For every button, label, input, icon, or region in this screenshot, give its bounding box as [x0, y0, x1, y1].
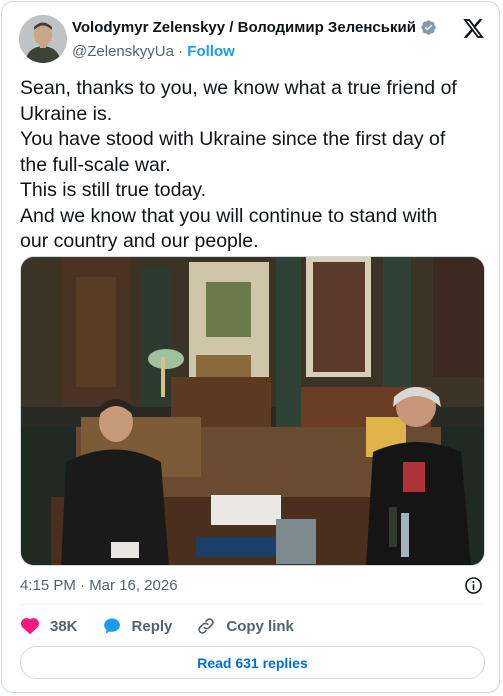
info-icon[interactable]: [464, 576, 483, 595]
tweet-line: You have stood with Ukraine since the fi…: [20, 128, 446, 150]
follow-button[interactable]: Follow: [187, 43, 235, 60]
tweet-line: the full-scale war.: [20, 153, 171, 176]
avatar[interactable]: [19, 15, 67, 63]
meeting-photo: [21, 257, 484, 565]
timestamp[interactable]: 4:15 PM · Mar 16, 2026: [20, 577, 178, 594]
x-logo-icon[interactable]: [462, 17, 485, 40]
tweet-line: Ukraine is.: [20, 102, 113, 125]
copy-link-button[interactable]: Copy link: [196, 616, 294, 636]
divider: [20, 604, 485, 605]
author-name[interactable]: Volodymyr Zelenskyy / Володимир Зеленськ…: [72, 19, 416, 36]
separator-dot: ·: [178, 43, 184, 60]
like-button[interactable]: 38K: [20, 616, 78, 636]
author-handle[interactable]: @ZelenskyyUa: [72, 43, 174, 60]
tweet-card: Volodymyr Zelenskyy / Володимир Зеленськ…: [1, 1, 500, 693]
heart-icon: [20, 618, 40, 635]
tweet-line: And we know that you will continue to st…: [20, 204, 438, 227]
tweet-text: Sean, thanks to you, we know what a true…: [20, 76, 490, 255]
action-bar: 38K Reply Copy link: [20, 614, 318, 638]
tweet-line: This is still true today.: [20, 179, 207, 201]
verified-badge-icon: [421, 20, 436, 35]
reply-label: Reply: [131, 617, 173, 635]
avatar-portrait: [19, 15, 67, 63]
like-count: 38K: [50, 617, 78, 635]
author-name-row[interactable]: Volodymyr Zelenskyy / Володимир Зеленськ…: [72, 19, 437, 36]
tweet-line: Sean, thanks to you, we know what a true…: [20, 77, 457, 99]
reply-bubble-icon: [103, 618, 120, 634]
tweet-photo[interactable]: [20, 256, 485, 566]
tweet-line: our country and our people.: [20, 230, 259, 252]
link-icon: [198, 618, 215, 634]
handle-row: @ZelenskyyUa · Follow: [72, 43, 235, 60]
read-replies-button[interactable]: Read 631 replies: [20, 646, 485, 679]
copy-link-label: Copy link: [226, 617, 294, 635]
reply-button[interactable]: Reply: [102, 616, 173, 636]
